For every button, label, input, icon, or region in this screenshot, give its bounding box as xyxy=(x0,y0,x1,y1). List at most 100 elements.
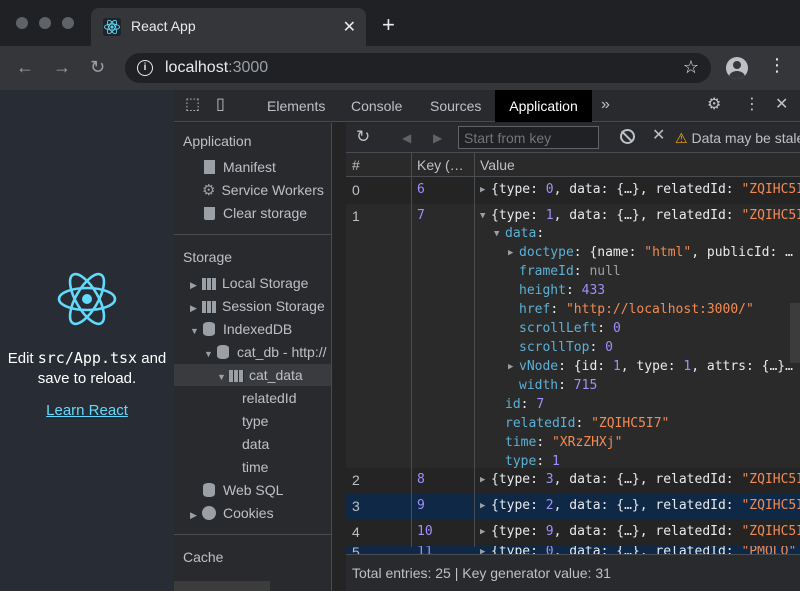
inspect-element-icon[interactable]: ⬚ xyxy=(185,97,200,113)
sidebar-divider xyxy=(174,234,331,235)
sidebar-item-cat-data[interactable]: ▼ cat_data xyxy=(174,364,331,388)
collapse-arrow-icon[interactable]: ▼ xyxy=(204,343,216,365)
database-icon xyxy=(203,322,215,336)
expand-arrow-icon[interactable]: ▶ xyxy=(190,297,202,319)
new-tab-icon[interactable]: + xyxy=(382,14,395,36)
sidebar-item-cookies[interactable]: ▶ Cookies xyxy=(190,502,274,524)
sidebar-item-clear-storage[interactable]: Clear storage xyxy=(202,202,307,224)
table-row-expanded[interactable]: 1 7 ▼ {type: 1, data: {…}, relatedId: "ZQ… xyxy=(346,204,800,469)
tab-close-icon[interactable]: ✕ xyxy=(343,17,356,37)
sidebar-item-index-data[interactable]: data xyxy=(242,433,269,455)
tab-sources[interactable]: Sources xyxy=(430,98,481,114)
tree-node-frameid: frameId: null xyxy=(519,264,621,279)
browser-menu-icon[interactable]: ⋮ xyxy=(768,56,786,74)
web-page: Edit src/App.tsx and save to reload. Lea… xyxy=(0,90,174,591)
gear-icon: ⚙ xyxy=(202,182,216,199)
sidebar-item-indexeddb[interactable]: ▼ IndexedDB xyxy=(190,318,292,340)
collapse-arrow-icon[interactable]: ▼ xyxy=(190,320,202,342)
learn-react-link[interactable]: Learn React xyxy=(0,402,174,419)
data-view-footer: Total entries: 25 | Key generator value:… xyxy=(346,554,800,591)
more-tabs-icon[interactable]: » xyxy=(601,96,610,114)
address-bar[interactable]: i localhost:3000 ☆ xyxy=(125,53,711,83)
expand-arrow-icon[interactable]: ▶ xyxy=(480,527,491,537)
row-value: ▶ {type: 9, data: {…}, relatedId: "ZQIHC5… xyxy=(480,524,800,539)
react-favicon-icon xyxy=(103,18,121,36)
maximize-window-button[interactable] xyxy=(62,17,74,29)
expand-arrow-icon[interactable]: ▶ xyxy=(480,501,491,511)
minimize-window-button[interactable] xyxy=(39,17,51,29)
row-value: ▶ {type: 2, data: {…}, relatedId: "ZQIHC5… xyxy=(480,498,800,513)
sidebar-item-index-type[interactable]: type xyxy=(242,410,268,432)
sidebar-item-manifest[interactable]: Manifest xyxy=(202,156,276,178)
storage-section-title: Storage xyxy=(183,249,233,265)
column-header-key[interactable]: Key (… xyxy=(417,157,464,173)
tree-node-doctype[interactable]: ▶ doctype: {name: "html", publicId: … xyxy=(508,245,800,260)
sidebar-item-session-storage[interactable]: ▶ Session Storage xyxy=(190,295,325,317)
row-value: ▶ {type: 0, data: {…}, relatedId: "ZQIHC5… xyxy=(480,182,800,197)
start-from-key-input[interactable] xyxy=(458,126,599,149)
sidebar-item-web-sql[interactable]: Web SQL xyxy=(202,479,283,501)
delete-selected-icon[interactable]: ✕ xyxy=(652,128,665,144)
edit-instructions: Edit src/App.tsx and save to reload. xyxy=(7,349,167,387)
sidebar-item-service-workers[interactable]: ⚙ Service Workers xyxy=(202,179,324,201)
reload-icon[interactable]: ↻ xyxy=(90,58,105,76)
next-page-icon[interactable]: ▶ xyxy=(433,131,442,145)
tree-node-id: id: 7 xyxy=(505,397,545,412)
table-row[interactable]: 4 10 ▶ {type: 9, data: {…}, relatedId: "Z… xyxy=(346,520,800,546)
column-separator[interactable] xyxy=(411,153,412,547)
close-devtools-icon[interactable]: ✕ xyxy=(775,97,788,113)
collapse-arrow-icon[interactable]: ▼ xyxy=(480,211,491,221)
previous-page-icon[interactable]: ◀ xyxy=(402,131,411,145)
site-info-icon[interactable]: i xyxy=(137,60,153,76)
column-header-value[interactable]: Value xyxy=(480,157,515,173)
table-row[interactable]: 0 6 ▶ {type: 0, data: {…}, relatedId: "ZQ… xyxy=(346,178,800,204)
device-toolbar-icon[interactable]: ▯ xyxy=(216,97,225,113)
row-key: 6 xyxy=(417,182,425,197)
sidebar-item-index-relatedid[interactable]: relatedId xyxy=(242,387,296,409)
table-grid-icon xyxy=(202,278,217,290)
tree-node-relatedid: relatedId: "ZQIHC5I7" xyxy=(505,416,670,431)
tree-node-vnode[interactable]: ▶ vNode: {id: 1, type: 1, attrs: {…}… xyxy=(508,359,800,374)
refresh-icon[interactable]: ↻ xyxy=(356,128,370,145)
expand-arrow-icon[interactable]: ▶ xyxy=(190,504,202,526)
table-row[interactable]: 5 11 ▶ {type: 0, data: {…}, relatedId: "P… xyxy=(346,546,800,554)
column-separator[interactable] xyxy=(474,153,475,547)
bookmark-star-icon[interactable]: ☆ xyxy=(683,57,699,78)
profile-avatar-icon[interactable] xyxy=(726,57,748,79)
tab-application[interactable]: Application xyxy=(495,90,592,122)
tree-node-height: height: 433 xyxy=(519,283,606,298)
tree-node-data[interactable]: ▼ data: xyxy=(494,226,544,241)
close-window-button[interactable] xyxy=(16,17,28,29)
column-header-number[interactable]: # xyxy=(352,157,360,173)
sidebar-horizontal-scrollbar[interactable] xyxy=(174,581,270,591)
devtools-menu-icon[interactable]: ⋮ xyxy=(744,97,760,113)
expand-arrow-icon[interactable]: ▶ xyxy=(190,274,202,296)
row-number: 4 xyxy=(352,524,360,540)
table-row[interactable]: 2 8 ▶ {type: 3, data: {…}, relatedId: "ZQ… xyxy=(346,468,800,494)
clear-object-store-icon[interactable] xyxy=(620,129,635,144)
browser-tab[interactable]: React App ✕ xyxy=(91,8,366,46)
cache-section-title: Cache xyxy=(183,549,224,565)
forward-icon[interactable]: → xyxy=(53,58,71,76)
expand-arrow-icon[interactable]: ▶ xyxy=(480,475,491,485)
row-key: 8 xyxy=(417,472,425,487)
table-row-selected[interactable]: 3 9 ▶ {type: 2, data: {…}, relatedId: "ZQ… xyxy=(346,494,800,520)
collapse-arrow-icon[interactable]: ▼ xyxy=(217,366,229,388)
document-icon xyxy=(204,160,215,174)
settings-gear-icon[interactable]: ⚙ xyxy=(707,97,721,113)
vertical-scrollbar[interactable] xyxy=(790,303,800,363)
sidebar-item-local-storage[interactable]: ▶ Local Storage xyxy=(190,272,308,294)
expand-arrow-icon[interactable]: ▶ xyxy=(480,185,491,195)
tree-node-scrollleft: scrollLeft: 0 xyxy=(519,321,621,336)
react-logo-icon xyxy=(57,272,117,326)
table-grid-icon xyxy=(202,301,217,313)
back-icon[interactable]: ← xyxy=(16,58,34,76)
row-key: 11 xyxy=(417,546,433,554)
tab-console[interactable]: Console xyxy=(351,98,402,114)
sidebar-resize-area[interactable] xyxy=(332,123,346,591)
row-value: ▶ {type: 0, data: {…}, relatedId: "PMOLO" xyxy=(480,546,797,554)
sidebar-item-index-time[interactable]: time xyxy=(242,456,268,478)
sidebar-item-cat-db[interactable]: ▼ cat_db - http:// xyxy=(204,341,327,363)
row-value: ▶ {type: 3, data: {…}, relatedId: "ZQIHC5… xyxy=(480,472,800,487)
tab-elements[interactable]: Elements xyxy=(267,98,325,114)
